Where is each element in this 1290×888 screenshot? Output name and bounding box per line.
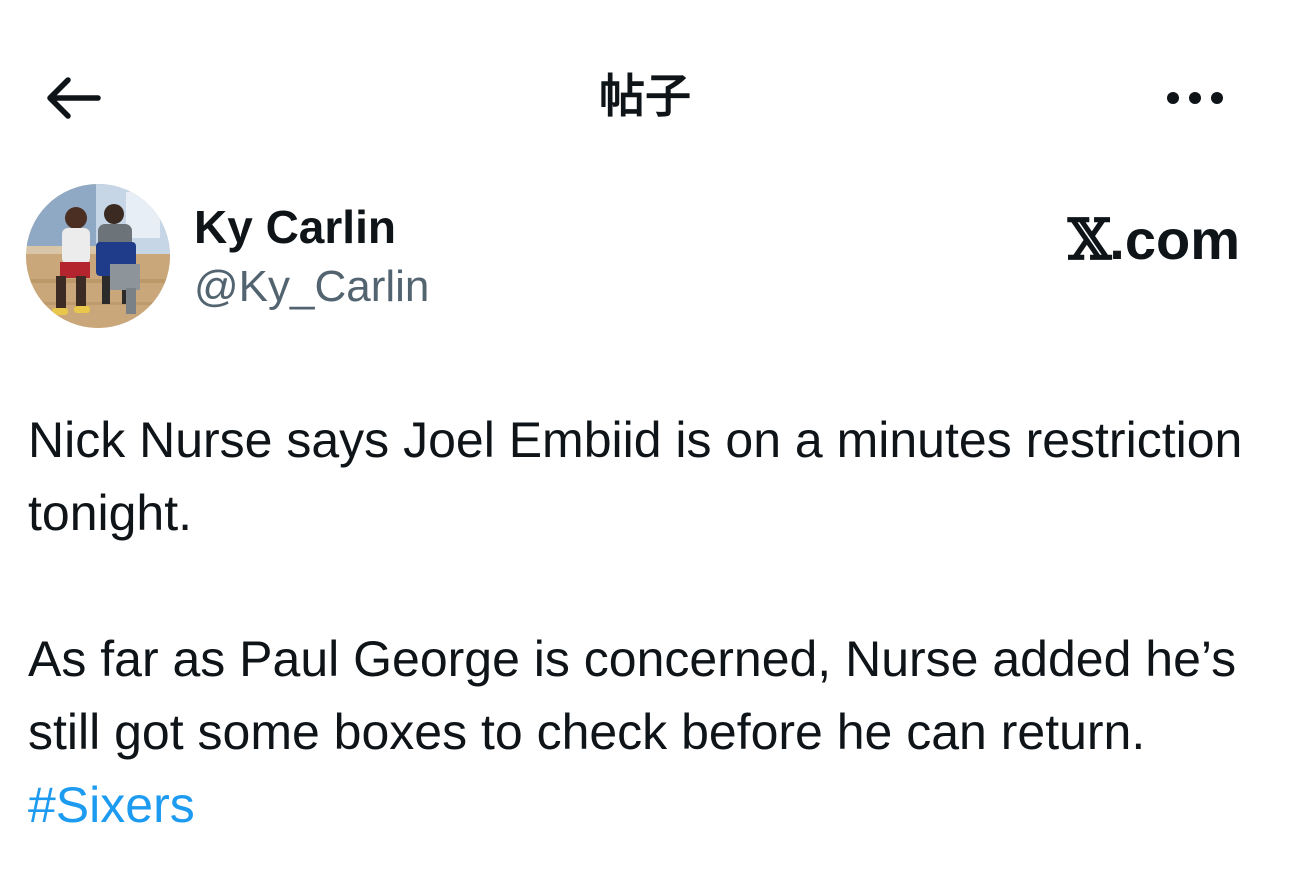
x-com-watermark: 𝕏 .com	[1068, 208, 1240, 272]
tweet-paragraph-2: As far as Paul George is concerned, Nurs…	[28, 623, 1268, 842]
tweet-paragraph-2-text: As far as Paul George is concerned, Nurs…	[28, 631, 1237, 760]
author-header: Ky Carlin @Ky_Carlin 𝕏 .com	[0, 180, 1290, 340]
avatar[interactable]	[26, 184, 170, 328]
page-title: 帖子	[599, 69, 691, 123]
source-domain: .com	[1109, 208, 1240, 271]
avatar-photo	[26, 184, 170, 328]
tweet-paragraph-1: Nick Nurse says Joel Embiid is on a minu…	[28, 412, 1243, 541]
user-handle[interactable]: @Ky_Carlin	[194, 260, 429, 314]
more-options-button[interactable]	[1160, 72, 1230, 124]
x-logo-icon: 𝕏	[1067, 207, 1111, 273]
top-bar: 帖子	[0, 0, 1290, 190]
more-horizontal-icon	[1167, 92, 1223, 104]
hashtag-link[interactable]: #Sixers	[28, 777, 195, 833]
arrow-left-icon	[47, 77, 101, 119]
back-button[interactable]	[40, 68, 106, 128]
tweet-text: Nick Nurse says Joel Embiid is on a minu…	[28, 404, 1268, 842]
display-name[interactable]: Ky Carlin	[194, 200, 396, 254]
